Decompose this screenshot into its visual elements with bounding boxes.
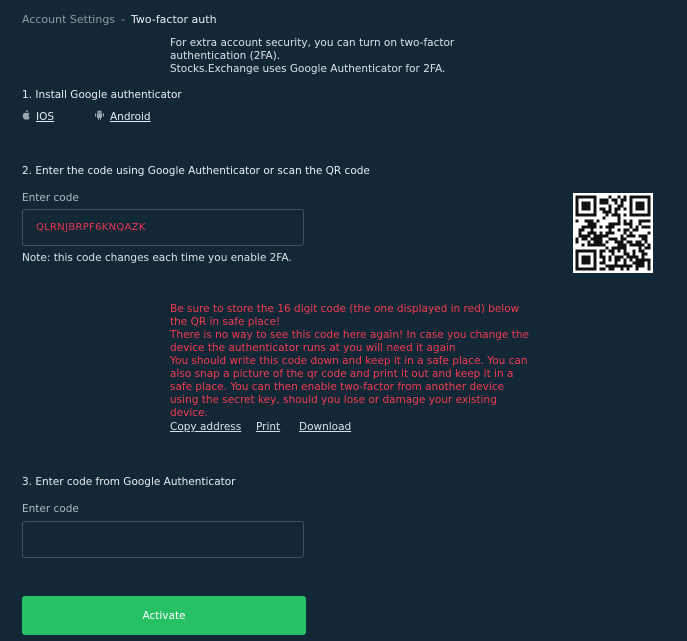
apple-icon bbox=[22, 110, 30, 123]
step3-title: 3. Enter code from Google Authenticator bbox=[22, 476, 236, 488]
breadcrumb: Account Settings - Two-factor auth bbox=[22, 13, 217, 26]
step3-field-label: Enter code bbox=[22, 503, 79, 515]
warning-paragraph-1: Be sure to store the 16 digit code (the … bbox=[170, 303, 520, 328]
qr-code bbox=[573, 193, 653, 273]
qr-code-image bbox=[575, 195, 651, 271]
secret-code-field[interactable]: QLRNJBRPF6KNQAZK bbox=[22, 209, 304, 246]
warning-paragraph-3: You should write this code down and keep… bbox=[170, 355, 528, 419]
intro-line-2: Stocks.Exchange uses Google Authenticato… bbox=[170, 63, 446, 75]
android-link-label[interactable]: Android bbox=[110, 111, 151, 123]
activate-button[interactable]: Activate bbox=[22, 596, 306, 635]
breadcrumb-parent[interactable]: Account Settings bbox=[22, 13, 115, 26]
breadcrumb-separator: - bbox=[121, 13, 126, 26]
warning-message: Be sure to store the 16 digit code (the … bbox=[170, 303, 530, 420]
breadcrumb-current: Two-factor auth bbox=[131, 13, 217, 26]
ios-link[interactable]: IOS bbox=[22, 110, 54, 123]
print-link[interactable]: Print bbox=[256, 421, 280, 433]
android-icon bbox=[95, 110, 104, 123]
step1-title: 1. Install Google authenticator bbox=[22, 89, 182, 101]
intro-text: For extra account security, you can turn… bbox=[170, 37, 530, 76]
ios-link-label[interactable]: IOS bbox=[36, 111, 54, 123]
intro-line-1: For extra account security, you can turn… bbox=[170, 37, 455, 62]
android-link[interactable]: Android bbox=[95, 110, 151, 123]
warning-paragraph-2: There is no way to see this code here ag… bbox=[170, 329, 529, 354]
code-change-note: Note: this code changes each time you en… bbox=[22, 252, 292, 264]
step2-field-label: Enter code bbox=[22, 192, 79, 204]
authenticator-code-field[interactable] bbox=[22, 521, 304, 558]
copy-address-link[interactable]: Copy address bbox=[170, 421, 241, 433]
secret-code-value[interactable]: QLRNJBRPF6KNQAZK bbox=[36, 222, 146, 233]
step2-title: 2. Enter the code using Google Authentic… bbox=[22, 165, 370, 177]
download-link[interactable]: Download bbox=[299, 421, 351, 433]
